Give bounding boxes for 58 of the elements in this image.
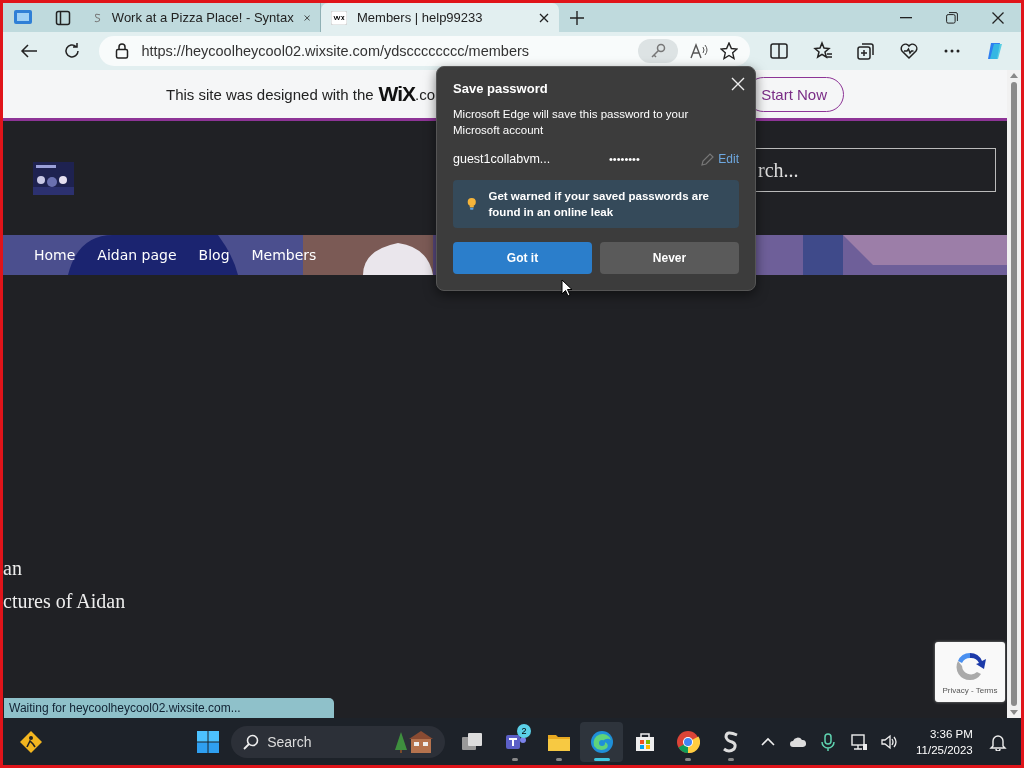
windows-start-icon[interactable] bbox=[195, 729, 220, 754]
url-text: https://heycoolheycool02.wixsite.com/ydscccccccc/members bbox=[141, 43, 531, 59]
password-text: •••••••• bbox=[609, 153, 641, 165]
nav-link[interactable]: Members bbox=[251, 247, 317, 263]
mouse-cursor-icon bbox=[561, 279, 573, 297]
dialog-button[interactable]: Never bbox=[600, 242, 739, 274]
info-text: Get warned if your saved passwords are found in an online leak bbox=[488, 189, 710, 220]
nav-link[interactable]: Home bbox=[34, 247, 76, 263]
username-text: guest1collabvm... bbox=[453, 152, 552, 166]
star-icon[interactable] bbox=[719, 42, 738, 60]
taskbar-app-button[interactable] bbox=[580, 721, 624, 762]
banner-text: This site was designed with the bbox=[166, 85, 374, 103]
read-aloud-icon[interactable] bbox=[689, 43, 708, 59]
clock[interactable]: 3:36 PM 11/25/2023 bbox=[914, 725, 975, 758]
dialog-title: Save password bbox=[453, 81, 549, 96]
network-icon[interactable] bbox=[849, 732, 868, 751]
notification-bell-icon[interactable] bbox=[988, 732, 1007, 751]
banner-text: .co bbox=[415, 85, 436, 103]
microphone-icon[interactable] bbox=[819, 732, 838, 751]
browser-tab[interactable]: Members | help99233 bbox=[321, 3, 559, 32]
password-key-button[interactable] bbox=[637, 39, 678, 63]
heartbeat-icon[interactable] bbox=[899, 41, 920, 61]
notification-badge: 2 bbox=[517, 723, 531, 738]
close-icon[interactable] bbox=[992, 11, 1004, 24]
restore-icon[interactable] bbox=[946, 11, 958, 24]
page-text: an bbox=[3, 556, 22, 581]
edge-browser-icon bbox=[589, 729, 614, 754]
search-icon bbox=[243, 733, 260, 750]
close-icon[interactable] bbox=[539, 12, 549, 23]
new-tab-icon[interactable] bbox=[570, 10, 584, 25]
dialog-message: Microsoft Edge will save this password to your Microsoft account bbox=[453, 107, 690, 138]
warning-sign-icon[interactable] bbox=[18, 729, 43, 754]
scroll-up-icon[interactable] bbox=[1010, 73, 1018, 78]
key-icon bbox=[649, 43, 666, 59]
volume-icon[interactable] bbox=[879, 732, 898, 751]
edit-link[interactable]: Edit bbox=[701, 152, 739, 166]
minimize-icon[interactable] bbox=[900, 16, 912, 19]
scrollbar[interactable] bbox=[1007, 70, 1021, 718]
site-favicon-icon bbox=[331, 10, 347, 25]
taskbar-app-button[interactable]: 2 bbox=[493, 721, 537, 762]
page-text: ctures of Aidan bbox=[3, 589, 126, 614]
chrome-browser-icon bbox=[675, 729, 700, 754]
lock-icon bbox=[115, 43, 130, 59]
nav-link[interactable]: Aidan page bbox=[97, 247, 177, 263]
scroll-down-icon[interactable] bbox=[1010, 710, 1018, 715]
workspaces-icon[interactable] bbox=[13, 8, 33, 27]
address-bar[interactable]: https://heycoolheycool02.wixsite.com/ydscccccccc/members bbox=[99, 36, 750, 66]
dialog-button[interactable]: Got it bbox=[453, 242, 592, 274]
nav-link[interactable]: Blog bbox=[198, 247, 230, 263]
pencil-icon bbox=[701, 152, 715, 166]
favorites-icon[interactable] bbox=[812, 41, 833, 61]
taskbar-search[interactable]: Search bbox=[231, 725, 445, 758]
brand-logo: WiX bbox=[378, 82, 416, 106]
collections-icon[interactable] bbox=[855, 41, 876, 61]
split-screen-icon[interactable] bbox=[769, 41, 790, 61]
status-bubble: Waiting for heycoolheycool02.wixsite.com... bbox=[4, 698, 334, 718]
recaptcha-links[interactable]: Privacy - Terms bbox=[942, 685, 998, 695]
tab-actions-icon[interactable] bbox=[55, 9, 71, 26]
